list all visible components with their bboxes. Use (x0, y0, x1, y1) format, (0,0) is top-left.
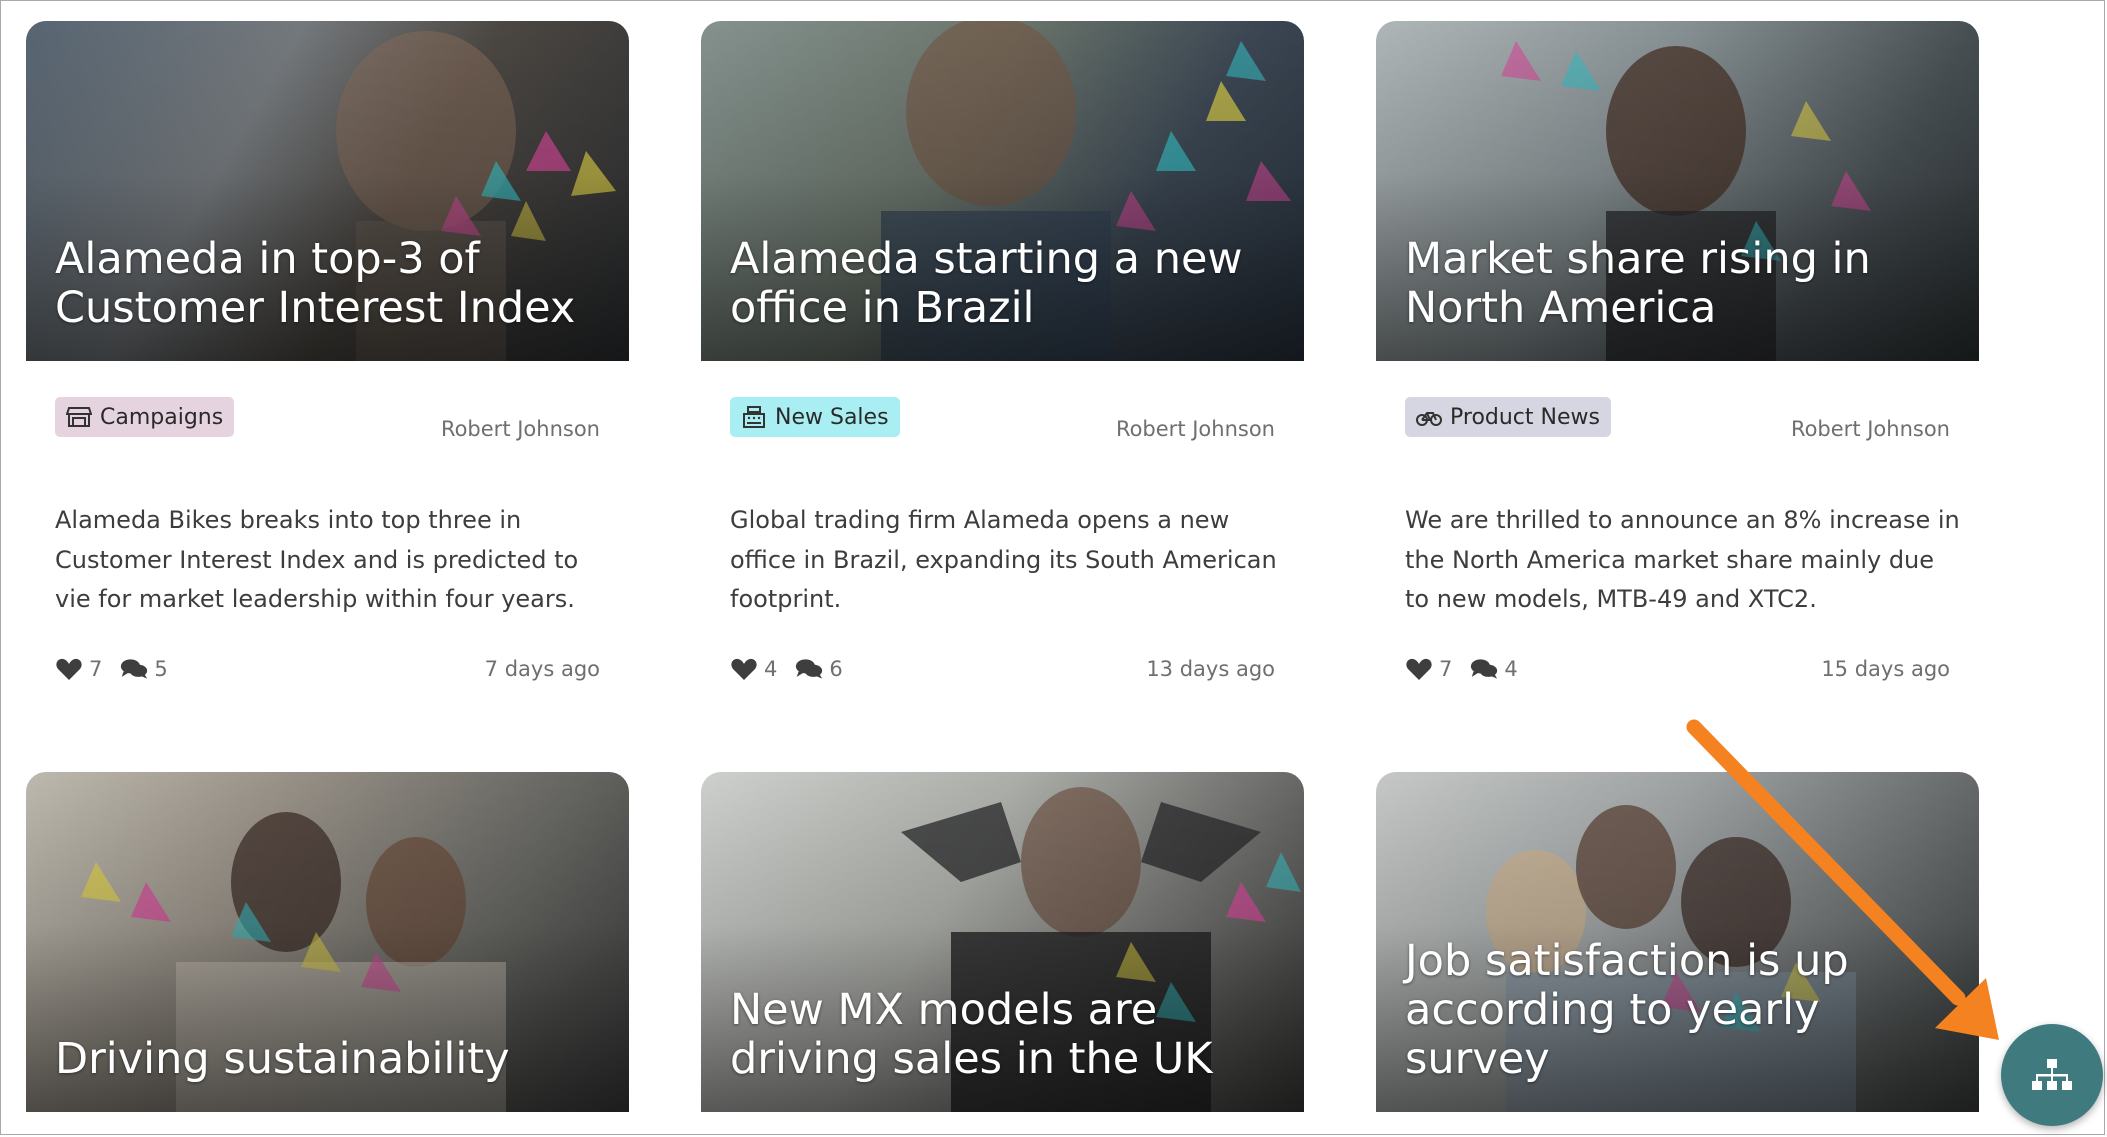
like-count: 7 (1439, 657, 1453, 681)
like-button[interactable]: 4 (730, 656, 777, 682)
card-title[interactable]: Driving sustainability (55, 1035, 609, 1084)
store-icon (66, 407, 92, 427)
category-tag[interactable]: Product News (1405, 397, 1611, 437)
card-title[interactable]: Job satisfaction is up according to year… (1405, 937, 1959, 1084)
card-excerpt: Alameda Bikes breaks into top three in C… (55, 506, 579, 613)
author-name: Robert Johnson (1790, 417, 1950, 441)
news-card[interactable]: Alameda starting a new office in Brazil … (701, 21, 1304, 681)
post-age: 13 days ago (1146, 657, 1275, 681)
news-card[interactable]: Driving sustainability (26, 772, 629, 1112)
heart-icon (731, 658, 757, 680)
comment-count: 5 (154, 657, 168, 681)
comment-count: 6 (829, 657, 843, 681)
news-card[interactable]: Alameda in top-3 of Customer Interest In… (26, 21, 629, 681)
sitemap-icon (2032, 1059, 2072, 1090)
card-image[interactable]: Alameda in top-3 of Customer Interest In… (26, 21, 629, 361)
card-title[interactable]: New MX models are driving sales in the U… (730, 986, 1284, 1084)
card-title[interactable]: Alameda in top-3 of Customer Interest In… (55, 235, 609, 333)
author-name: Robert Johnson (1115, 417, 1275, 441)
like-count: 7 (89, 657, 103, 681)
comments-button[interactable]: 6 (795, 656, 843, 682)
heart-icon (56, 658, 82, 680)
card-image[interactable]: Market share rising in North America (1376, 21, 1979, 361)
card-excerpt: We are thrilled to announce an 8% increa… (1405, 506, 1960, 613)
comments-icon (121, 659, 148, 679)
news-card[interactable]: Market share rising in North America Pro… (1376, 21, 1979, 681)
card-title[interactable]: Market share rising in North America (1405, 235, 1959, 333)
category-tag[interactable]: New Sales (730, 397, 900, 437)
category-tag[interactable]: Campaigns (55, 397, 235, 437)
card-image[interactable]: Job satisfaction is up according to year… (1376, 772, 1979, 1112)
news-card[interactable]: Job satisfaction is up according to year… (1376, 772, 1979, 1112)
news-card[interactable]: New MX models are driving sales in the U… (701, 772, 1304, 1112)
like-button[interactable]: 7 (55, 656, 102, 682)
like-button[interactable]: 7 (1405, 656, 1452, 682)
post-age: 7 days ago (484, 657, 600, 681)
org-chart-button[interactable] (2001, 1024, 2103, 1126)
comment-count: 4 (1504, 657, 1518, 681)
like-count: 4 (764, 657, 778, 681)
author-name: Robert Johnson (440, 417, 600, 441)
category-tag-label: Campaigns (100, 404, 224, 430)
category-tag-label: New Sales (775, 404, 889, 430)
card-image[interactable]: Alameda starting a new office in Brazil (701, 21, 1304, 361)
heart-icon (1406, 658, 1432, 680)
card-image[interactable]: Driving sustainability (26, 772, 629, 1112)
card-title[interactable]: Alameda starting a new office in Brazil (730, 235, 1284, 333)
comments-button[interactable]: 4 (1470, 656, 1518, 682)
card-excerpt: Global trading firm Alameda opens a new … (730, 506, 1277, 613)
post-age: 15 days ago (1821, 657, 1950, 681)
cash-register-icon (743, 406, 765, 428)
comments-icon (796, 659, 823, 679)
comments-button[interactable]: 5 (120, 656, 168, 682)
comments-icon (1471, 659, 1498, 679)
card-image[interactable]: New MX models are driving sales in the U… (701, 772, 1304, 1112)
category-tag-label: Product News (1450, 404, 1600, 430)
bicycle-icon (1416, 412, 1442, 426)
